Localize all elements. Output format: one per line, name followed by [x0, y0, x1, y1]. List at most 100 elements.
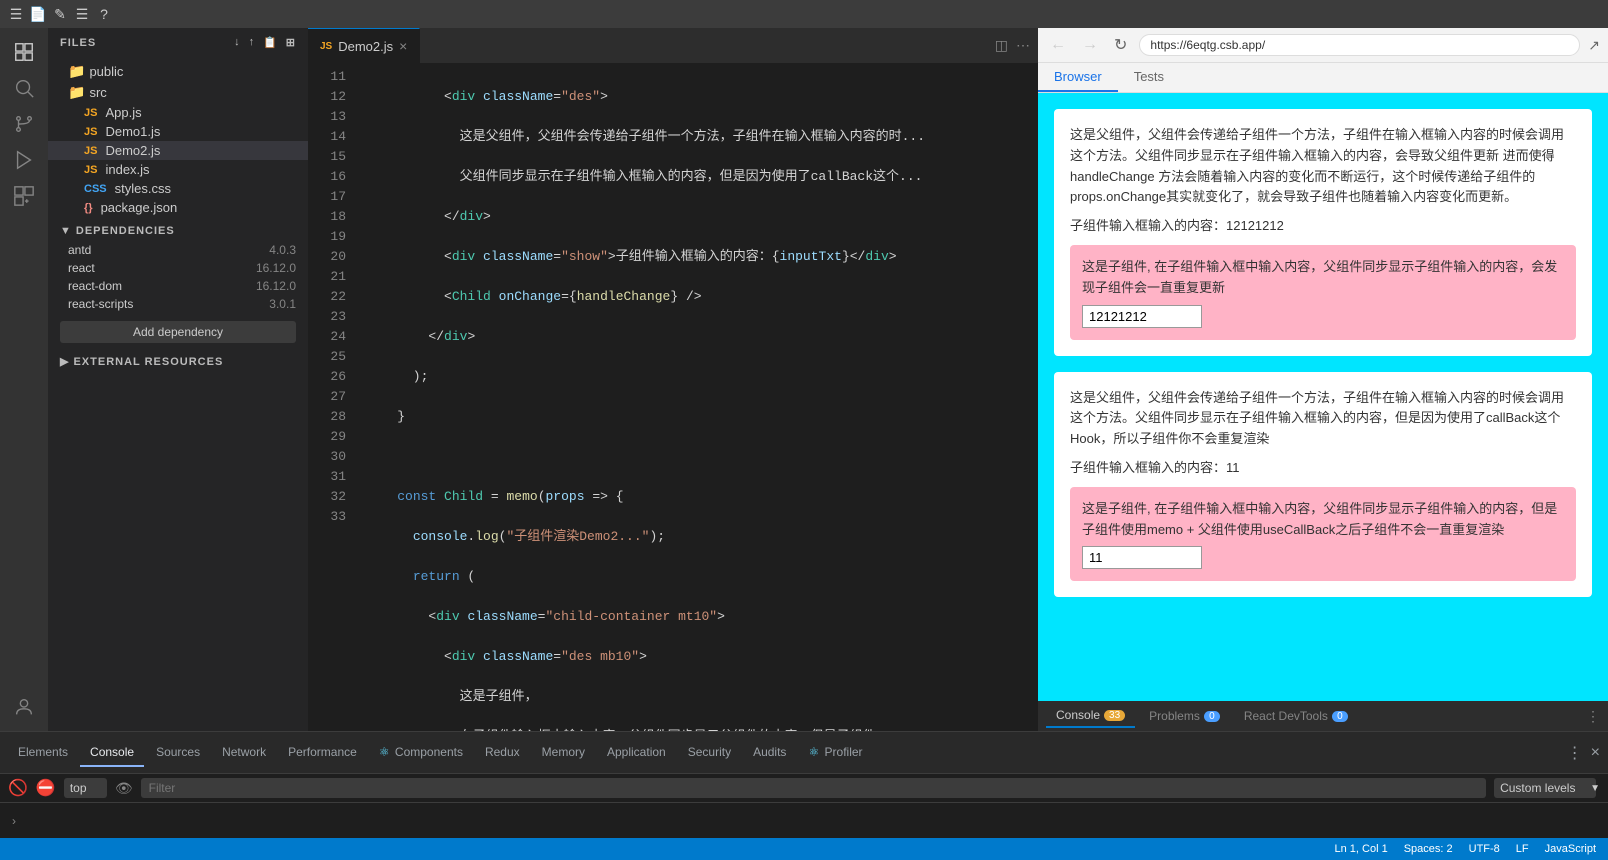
json-file-icon: {} [84, 202, 93, 214]
devtools-tab-components[interactable]: ⚛ Components [369, 739, 473, 767]
dep-react: react 16.12.0 [48, 259, 308, 277]
top-toolbar: ☰ 📄 ✎ ☰ ? [0, 0, 1608, 28]
console-tab-reactdevtools[interactable]: React DevTools 0 [1234, 705, 1358, 727]
tab-actions: ◫ ⋯ [995, 37, 1038, 54]
devtools-tab-console[interactable]: Console [80, 739, 144, 767]
devtools-tab-audits[interactable]: Audits [743, 739, 796, 767]
card1-inner-description: 这是子组件, 在子组件输入框中输入内容，父组件同步显示子组件输入的内容，会发现子… [1082, 257, 1564, 299]
devtools-close-icon[interactable]: × [1591, 744, 1600, 762]
devtools-more-icon[interactable]: ⋮ [1567, 743, 1583, 763]
tests-tab-label: Tests [1134, 69, 1164, 84]
spaces[interactable]: Spaces: 2 [1404, 843, 1453, 855]
redux-tab-label: Redux [485, 745, 520, 759]
language[interactable]: JavaScript [1545, 843, 1596, 855]
forward-button[interactable]: → [1078, 34, 1102, 56]
devtools-tab-application[interactable]: Application [597, 739, 676, 767]
tab-demo2js[interactable]: JS Demo2.js × [308, 28, 420, 63]
activity-explorer[interactable] [8, 36, 40, 68]
card2-inner-description: 这是子组件, 在子组件输入框中输入内容，父组件同步显示子组件输入的内容，但是子组… [1082, 499, 1564, 541]
console-tab-problems[interactable]: Problems 0 [1139, 705, 1230, 727]
tree-item-indexjs[interactable]: JS index.js [48, 160, 308, 179]
activity-git[interactable] [8, 108, 40, 140]
line-col[interactable]: Ln 1, Col 1 [1335, 843, 1388, 855]
help-icon[interactable]: ? [96, 6, 112, 22]
eye-icon[interactable]: 👁 [115, 780, 133, 797]
devtools-tab-profiler[interactable]: ⚛ Profiler [798, 739, 872, 767]
status-bar-right: Ln 1, Col 1 Spaces: 2 UTF-8 LF JavaScrip… [1335, 843, 1597, 855]
react-icon-components: ⚛ [379, 745, 390, 759]
tree-item-packagejson[interactable]: {} package.json [48, 198, 308, 217]
more-actions-icon[interactable]: ⋯ [1016, 37, 1030, 54]
new-folder-icon[interactable]: ⊞ [286, 36, 296, 49]
application-tab-label: Application [607, 745, 666, 759]
code-content[interactable]: <div className="des"> 这是父组件，父组件会传递给子组件一个… [358, 63, 1038, 731]
url-bar[interactable]: https://6eqtg.csb.app/ [1139, 34, 1580, 56]
activity-search[interactable] [8, 72, 40, 104]
console-action-icon[interactable]: ⋮ [1586, 708, 1600, 725]
sidebar-title: Files [60, 37, 96, 49]
devtools-tab-memory[interactable]: Memory [532, 739, 595, 767]
devtools-tab-performance[interactable]: Performance [278, 739, 367, 767]
tree-item-src[interactable]: 📁 src [48, 82, 308, 103]
devtools-tab-redux[interactable]: Redux [475, 739, 530, 767]
filter-input[interactable] [141, 778, 1486, 798]
new-file-icon[interactable]: 📋 [263, 36, 278, 49]
new-window-icon[interactable]: ↗ [1588, 37, 1600, 54]
tree-label: Demo2.js [105, 143, 160, 158]
stop-icon[interactable]: ⛔ [36, 778, 56, 798]
tree-item-demo1js[interactable]: JS Demo1.js [48, 122, 308, 141]
tree-item-appjs[interactable]: JS App.js [48, 103, 308, 122]
tree-item-public[interactable]: 📁 public [48, 61, 308, 82]
context-select[interactable]: top [64, 778, 107, 798]
activity-account[interactable] [8, 691, 40, 723]
tree-label: styles.css [115, 181, 171, 196]
console-toolbar: 🚫 ⛔ top 👁 Custom levels ▼ [0, 773, 1608, 802]
activity-extensions[interactable] [8, 180, 40, 212]
tree-item-demo2js[interactable]: JS Demo2.js [48, 141, 308, 160]
devtools-tab-security[interactable]: Security [678, 739, 741, 767]
refresh-button[interactable]: ↻ [1110, 33, 1131, 57]
reactdevtools-tab-label: React DevTools [1244, 709, 1328, 723]
sort-down-icon[interactable]: ↓ [234, 36, 241, 49]
devtools-tab-sources[interactable]: Sources [146, 739, 210, 767]
dependencies-section[interactable]: ▼ Dependencies [48, 217, 308, 241]
tree-label: src [89, 85, 106, 100]
elements-tab-label: Elements [18, 745, 68, 759]
clear-console-icon[interactable]: 🚫 [8, 778, 28, 798]
back-button[interactable]: ← [1046, 34, 1070, 56]
preview-tab-browser[interactable]: Browser [1038, 63, 1118, 92]
card1-inner: 这是子组件, 在子组件输入框中输入内容，父组件同步显示子组件输入的内容，会发现子… [1070, 245, 1576, 340]
tab-label: Demo2.js [338, 39, 393, 54]
preview-toolbar: ← → ↻ https://6eqtg.csb.app/ ↗ [1038, 28, 1608, 63]
line-ending[interactable]: LF [1516, 843, 1529, 855]
line-numbers: 1112131415 1617181920 2122232425 2627282… [308, 63, 358, 731]
preview-card-1: 这是父组件，父组件会传递给子组件一个方法，子组件在输入框输入内容的时候会调用这个… [1054, 109, 1592, 356]
folder-icon: 📁 [68, 63, 85, 80]
external-resources-section[interactable]: ▶ External resources [48, 351, 308, 372]
status-bar: Ln 1, Col 1 Spaces: 2 UTF-8 LF JavaScrip… [0, 838, 1608, 860]
devtools-tab-elements[interactable]: Elements [8, 739, 78, 767]
console-tab-label: Console [1056, 708, 1100, 722]
custom-levels-select[interactable]: Custom levels [1494, 778, 1596, 798]
card1-input[interactable] [1082, 305, 1202, 328]
console-tab-console[interactable]: Console 33 [1046, 704, 1135, 728]
add-dependency-button[interactable]: Add dependency [60, 321, 296, 343]
devtools-tab-network[interactable]: Network [212, 739, 276, 767]
activity-debug[interactable] [8, 144, 40, 176]
dep-react-dom: react-dom 16.12.0 [48, 277, 308, 295]
split-editor-icon[interactable]: ◫ [995, 37, 1008, 54]
preview-tab-tests[interactable]: Tests [1118, 63, 1180, 92]
file-icon[interactable]: 📄 [30, 6, 46, 22]
tab-close-icon[interactable]: × [399, 38, 407, 54]
view-icon[interactable]: ☰ [74, 6, 90, 22]
dep-version: 16.12.0 [256, 261, 296, 275]
card2-input[interactable] [1082, 546, 1202, 569]
tree-item-stylescss[interactable]: CSS styles.css [48, 179, 308, 198]
edit-icon[interactable]: ✎ [52, 6, 68, 22]
encoding[interactable]: UTF-8 [1469, 843, 1500, 855]
sort-up-icon[interactable]: ↑ [249, 36, 256, 49]
dep-name: react-scripts [68, 297, 133, 311]
console-actions: ⋮ [1586, 708, 1600, 725]
console-input-bar: › [0, 802, 1608, 838]
menu-icon[interactable]: ☰ [8, 6, 24, 22]
